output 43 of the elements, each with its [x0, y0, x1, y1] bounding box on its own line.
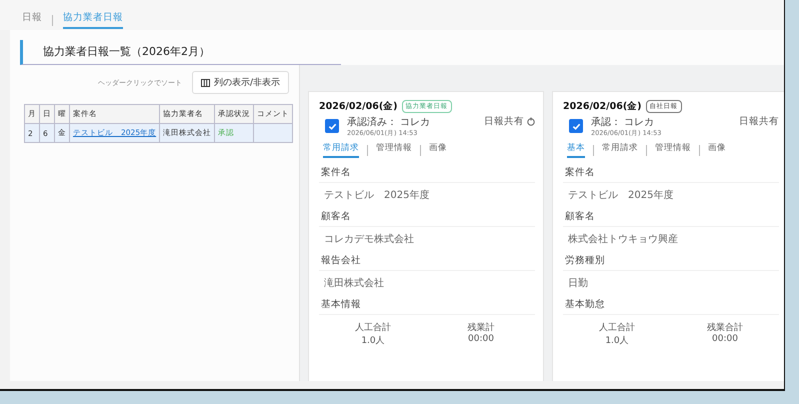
stat-value: 00:00	[712, 334, 738, 346]
columns-icon	[200, 78, 210, 86]
field-label: 案件名	[563, 158, 779, 183]
field-label: 報告会社	[319, 246, 535, 271]
section-title: 基本情報	[319, 290, 535, 315]
share-button[interactable]: 日報共有	[484, 115, 535, 128]
card-tab[interactable]: 画像	[429, 142, 447, 158]
card-tab[interactable]: 常用請求	[323, 142, 359, 158]
field-label: 顧客名	[319, 202, 535, 227]
timer-icon	[527, 117, 535, 126]
checkmark-icon	[328, 122, 336, 130]
field-label: 案件名	[319, 158, 535, 183]
card-tab[interactable]: 管理情報	[376, 142, 412, 158]
share-button[interactable]: 日報共有	[739, 115, 779, 128]
field-value: テストビル 2025年度	[323, 188, 430, 202]
stat-value: 1.0人	[605, 334, 629, 347]
stat-label: 人工合計	[355, 322, 391, 334]
section-title: 基本勤怠	[563, 290, 779, 315]
table-cell	[254, 124, 293, 142]
card-tab[interactable]: 画像	[708, 142, 726, 158]
field-value: テストビル 2025年度	[567, 188, 674, 202]
stat-label: 残業合計	[707, 322, 743, 334]
stat-value: 00:00	[468, 334, 494, 346]
stat-value: 1.0人	[361, 334, 385, 347]
stat-label: 残業計	[468, 322, 494, 334]
field-label: 労務種別	[563, 246, 779, 271]
field-value: コレカデモ株式会社	[323, 232, 415, 246]
field-value: 日勤	[567, 276, 589, 290]
approval-checkbox[interactable]	[325, 119, 339, 133]
report-date: 2026/02/06(金)	[563, 100, 642, 113]
field-value: 株式会社トウキョウ興産	[567, 232, 679, 246]
stat-label: 人工合計	[599, 322, 635, 334]
checkmark-icon	[572, 122, 580, 130]
field-value: 滝田株式会社	[323, 276, 385, 290]
card-tab[interactable]: 常用請求	[602, 142, 638, 158]
approval-checkbox[interactable]	[569, 119, 583, 133]
field-label: 顧客名	[563, 202, 779, 227]
card-tab[interactable]: 基本	[567, 142, 585, 158]
approval-status: 承認済み： コレカ	[347, 116, 432, 129]
card-tab[interactable]: 管理情報	[655, 142, 691, 158]
column-toggle-button[interactable]: 列の表示/非表示	[192, 71, 289, 94]
approval-status: 承認： コレカ	[591, 116, 656, 129]
report-date: 2026/02/06(金)	[319, 100, 398, 113]
